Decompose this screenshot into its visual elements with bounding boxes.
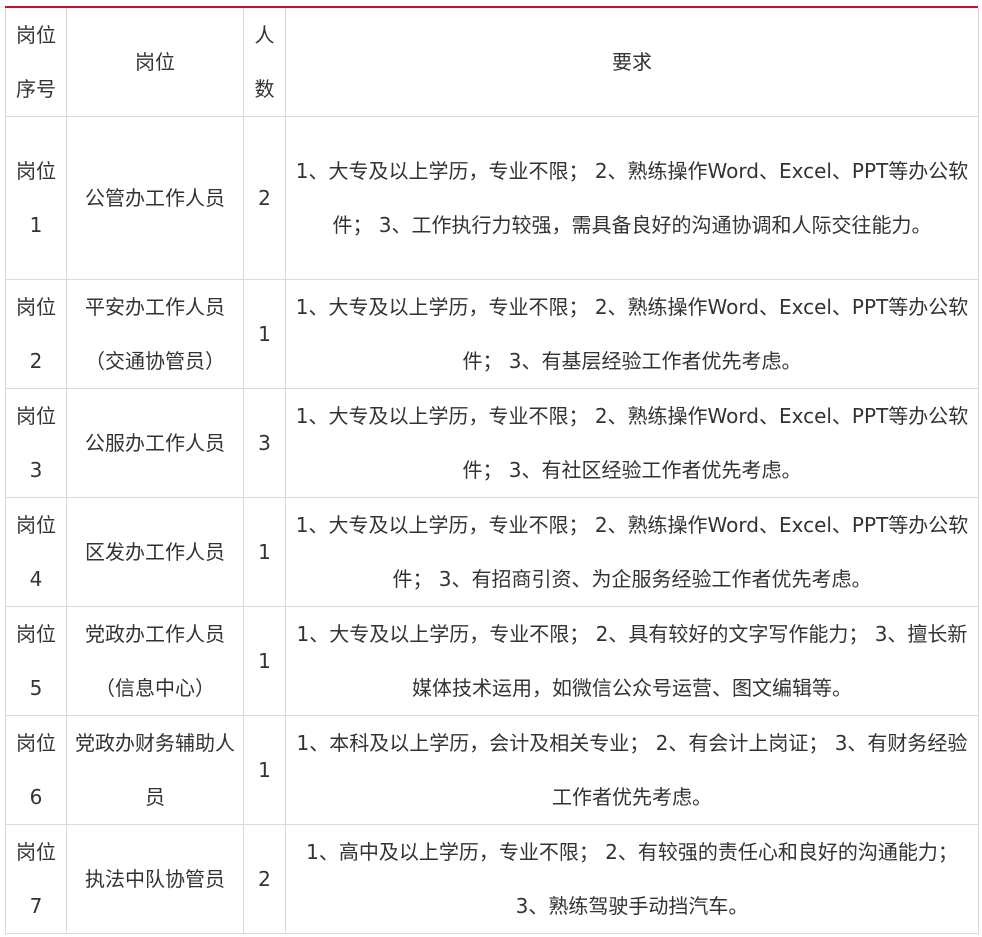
count-cell: 1	[243, 279, 286, 389]
table-row: 岗位2 平安办工作人员（交通协管员） 1 1、大专及以上学历，专业不限； 2、熟…	[5, 279, 979, 389]
seq-cell: 岗位1	[5, 116, 67, 280]
table-row: 岗位1 公管办工作人员 2 1、大专及以上学历，专业不限； 2、熟练操作Word…	[5, 116, 979, 280]
count-cell: 2	[243, 116, 286, 280]
requirements-cell: 1、高中及以上学历，专业不限； 2、有较强的责任心和良好的沟通能力； 3、熟练驾…	[285, 824, 979, 934]
position-cell: 党政办财务辅助人员	[66, 715, 244, 825]
requirements-cell: 1、大专及以上学历，专业不限； 2、熟练操作Word、Excel、PPT等办公软…	[285, 497, 979, 607]
header-requirements: 要求	[285, 8, 979, 117]
seq-cell: 岗位5	[5, 606, 67, 716]
position-cell: 平安办工作人员（交通协管员）	[66, 279, 244, 389]
header-count: 人数	[243, 8, 286, 117]
count-cell: 1	[243, 497, 286, 607]
table-row: 岗位6 党政办财务辅助人员 1 1、本科及以上学历，会计及相关专业； 2、有会计…	[5, 715, 979, 825]
table-header-row: 岗位序号 岗位 人数 要求	[5, 8, 979, 117]
table-row: 岗位4 区发办工作人员 1 1、大专及以上学历，专业不限； 2、熟练操作Word…	[5, 497, 979, 607]
seq-cell: 岗位7	[5, 824, 67, 934]
table-row: 岗位5 党政办工作人员（信息中心） 1 1、大专及以上学历，专业不限； 2、具有…	[5, 606, 979, 716]
requirements-cell: 1、大专及以上学历，专业不限； 2、具有较好的文字写作能力； 3、擅长新媒体技术…	[285, 606, 979, 716]
position-cell: 区发办工作人员	[66, 497, 244, 607]
count-cell: 1	[243, 715, 286, 825]
position-cell: 执法中队协管员	[66, 824, 244, 934]
requirements-cell: 1、本科及以上学历，会计及相关专业； 2、有会计上岗证； 3、有财务经验工作者优…	[285, 715, 979, 825]
requirements-cell: 1、大专及以上学历，专业不限； 2、熟练操作Word、Excel、PPT等办公软…	[285, 279, 979, 389]
requirements-cell: 1、大专及以上学历，专业不限； 2、熟练操作Word、Excel、PPT等办公软…	[285, 116, 979, 280]
table-row: 岗位7 执法中队协管员 2 1、高中及以上学历，专业不限； 2、有较强的责任心和…	[5, 824, 979, 934]
job-positions-table: 岗位序号 岗位 人数 要求 岗位1 公管办工作人员 2 1、大专及以上学历，专业…	[5, 8, 979, 934]
table-row: 岗位3 公服办工作人员 3 1、大专及以上学历，专业不限； 2、熟练操作Word…	[5, 388, 979, 498]
count-cell: 1	[243, 606, 286, 716]
position-cell: 公服办工作人员	[66, 388, 244, 498]
count-cell: 3	[243, 388, 286, 498]
seq-cell: 岗位6	[5, 715, 67, 825]
seq-cell: 岗位4	[5, 497, 67, 607]
requirements-cell: 1、大专及以上学历，专业不限； 2、熟练操作Word、Excel、PPT等办公软…	[285, 388, 979, 498]
header-position: 岗位	[66, 8, 244, 117]
header-seq: 岗位序号	[5, 8, 67, 117]
position-cell: 公管办工作人员	[66, 116, 244, 280]
count-cell: 2	[243, 824, 286, 934]
position-cell: 党政办工作人员（信息中心）	[66, 606, 244, 716]
seq-cell: 岗位3	[5, 388, 67, 498]
seq-cell: 岗位2	[5, 279, 67, 389]
